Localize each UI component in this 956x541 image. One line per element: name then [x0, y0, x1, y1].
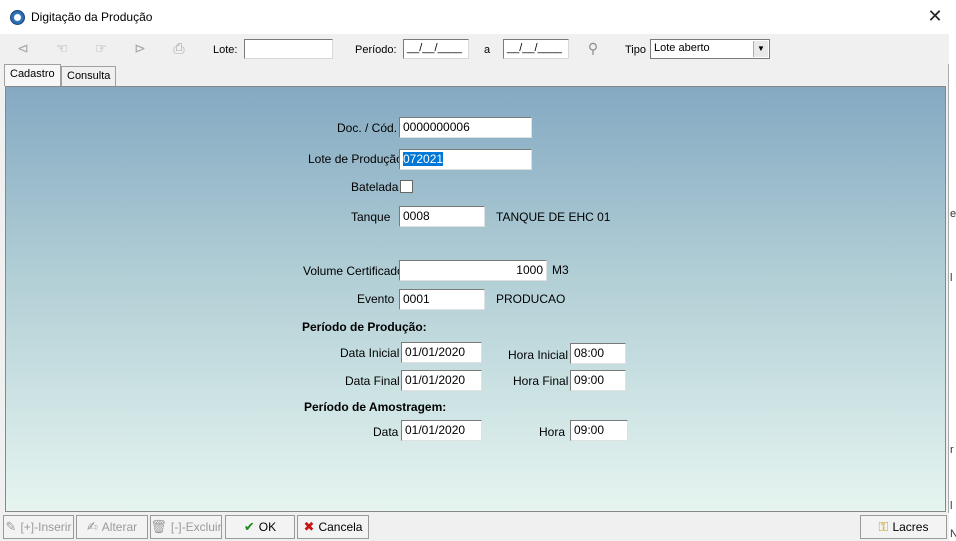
hora-amostragem-label: Hora — [539, 425, 566, 439]
lote-filter-input[interactable] — [244, 39, 333, 59]
insert-icon: ✎ — [5, 519, 17, 535]
previous-record-icon[interactable]: ☜ — [53, 41, 71, 57]
periodo-amostragem-heading: Período de Amostragem: — [304, 400, 447, 414]
background-window-fragment: N — [950, 528, 956, 540]
periodo-start-input[interactable]: __/__/____ — [403, 39, 469, 59]
data-inicial-field[interactable]: 01/01/2020 — [401, 342, 482, 363]
volume-unit: M3 — [552, 263, 569, 277]
tanque-field[interactable]: 0008 — [399, 206, 485, 227]
edit-label: Alterar — [101, 520, 138, 534]
production-entry-window: Digitação da Produção ✕ ⊲ ☜ ☞ ⊳ ⎙ Lote: … — [0, 0, 949, 541]
data-final-label: Data Final — [345, 374, 400, 388]
ok-label: OK — [258, 520, 277, 534]
ok-button[interactable]: ✔ OK — [225, 515, 295, 539]
chevron-down-icon[interactable]: ▼ — [753, 41, 768, 57]
print-icon[interactable]: ⎙ — [170, 41, 188, 57]
close-icon: ✖ — [303, 519, 315, 535]
tab-bar: Cadastro Consulta — [0, 64, 949, 86]
lote-filter-label: Lote: — [213, 44, 238, 56]
close-button[interactable]: ✕ — [920, 4, 950, 30]
hora-final-field[interactable]: 09:00 — [570, 370, 626, 391]
next-record-icon[interactable]: ☞ — [92, 41, 110, 57]
tipo-label: Tipo — [625, 44, 646, 56]
tab-cadastro[interactable]: Cadastro — [4, 64, 61, 86]
action-bar: ✎ [+]-Inserir ✍ Alterar 🗑 [-]-Excluir ✔ … — [0, 513, 949, 541]
title-bar: Digitação da Produção ✕ — [0, 0, 949, 34]
periodo-separator: a — [484, 44, 491, 56]
tab-consulta[interactable]: Consulta — [61, 66, 117, 86]
evento-description: PRODUCAO — [496, 292, 566, 306]
background-window-fragment: e — [950, 208, 956, 220]
lote-producao-value: 072021 — [403, 152, 444, 166]
delete-label: [-]-Excluir — [170, 520, 222, 534]
seals-label: Lacres — [892, 520, 929, 534]
evento-label: Evento — [357, 292, 395, 306]
seals-button[interactable]: ⚿ Lacres — [860, 515, 947, 539]
lote-producao-label: Lote de Produção — [308, 152, 403, 166]
doc-label: Doc. / Cód. — [337, 121, 398, 135]
batelada-checkbox[interactable] — [400, 180, 413, 193]
volume-label: Volume Certificado — [303, 264, 404, 278]
checkmark-icon: ✔ — [243, 519, 255, 535]
background-window-fragment: l — [950, 500, 953, 512]
cancel-button[interactable]: ✖ Cancela — [297, 515, 369, 539]
data-amostragem-label: Data — [373, 425, 399, 439]
doc-field[interactable]: 0000000006 — [399, 117, 532, 138]
tipo-selected-value: Lote aberto — [654, 42, 710, 54]
hora-inicial-label: Hora Inicial — [508, 348, 569, 362]
trash-icon: 🗑 — [150, 519, 167, 535]
edit-icon: ✍ — [86, 519, 98, 535]
last-record-icon[interactable]: ⊳ — [131, 41, 149, 57]
delete-button[interactable]: 🗑 [-]-Excluir — [150, 515, 222, 539]
volume-field[interactable]: 1000 — [399, 260, 547, 281]
hora-final-label: Hora Final — [513, 374, 569, 388]
lote-producao-field[interactable]: 072021 — [399, 149, 532, 170]
tanque-label: Tanque — [351, 210, 391, 224]
cancel-label: Cancela — [318, 520, 363, 534]
edit-button[interactable]: ✍ Alterar — [76, 515, 148, 539]
insert-label: [+]-Inserir — [20, 520, 72, 534]
key-icon: ⚿ — [878, 519, 889, 535]
periodo-label: Período: — [355, 44, 397, 56]
tipo-select[interactable]: Lote aberto ▼ — [650, 39, 770, 59]
data-amostragem-field[interactable]: 01/01/2020 — [401, 420, 482, 441]
data-inicial-label: Data Inicial — [340, 346, 400, 360]
data-final-field[interactable]: 01/01/2020 — [401, 370, 482, 391]
tanque-description: TANQUE DE EHC 01 — [496, 210, 611, 224]
evento-field[interactable]: 0001 — [399, 289, 485, 310]
app-icon — [10, 10, 25, 25]
toolbar: ⊲ ☜ ☞ ⊳ ⎙ Lote: Período: __/__/____ a __… — [0, 34, 949, 64]
background-window-fragment: r — [950, 444, 954, 456]
hora-amostragem-field[interactable]: 09:00 — [570, 420, 628, 441]
search-icon[interactable]: ⚲ — [584, 41, 602, 57]
first-record-icon[interactable]: ⊲ — [14, 41, 32, 57]
periodo-end-input[interactable]: __/__/____ — [503, 39, 569, 59]
periodo-producao-heading: Período de Produção: — [302, 320, 427, 334]
batelada-label: Batelada — [351, 180, 399, 194]
window-title: Digitação da Produção — [31, 10, 153, 24]
background-window-fragment: l — [950, 272, 953, 284]
cadastro-panel: Doc. / Cód. 0000000006 Lote de Produção … — [5, 86, 946, 512]
hora-inicial-field[interactable]: 08:00 — [570, 343, 626, 364]
insert-button[interactable]: ✎ [+]-Inserir — [3, 515, 74, 539]
